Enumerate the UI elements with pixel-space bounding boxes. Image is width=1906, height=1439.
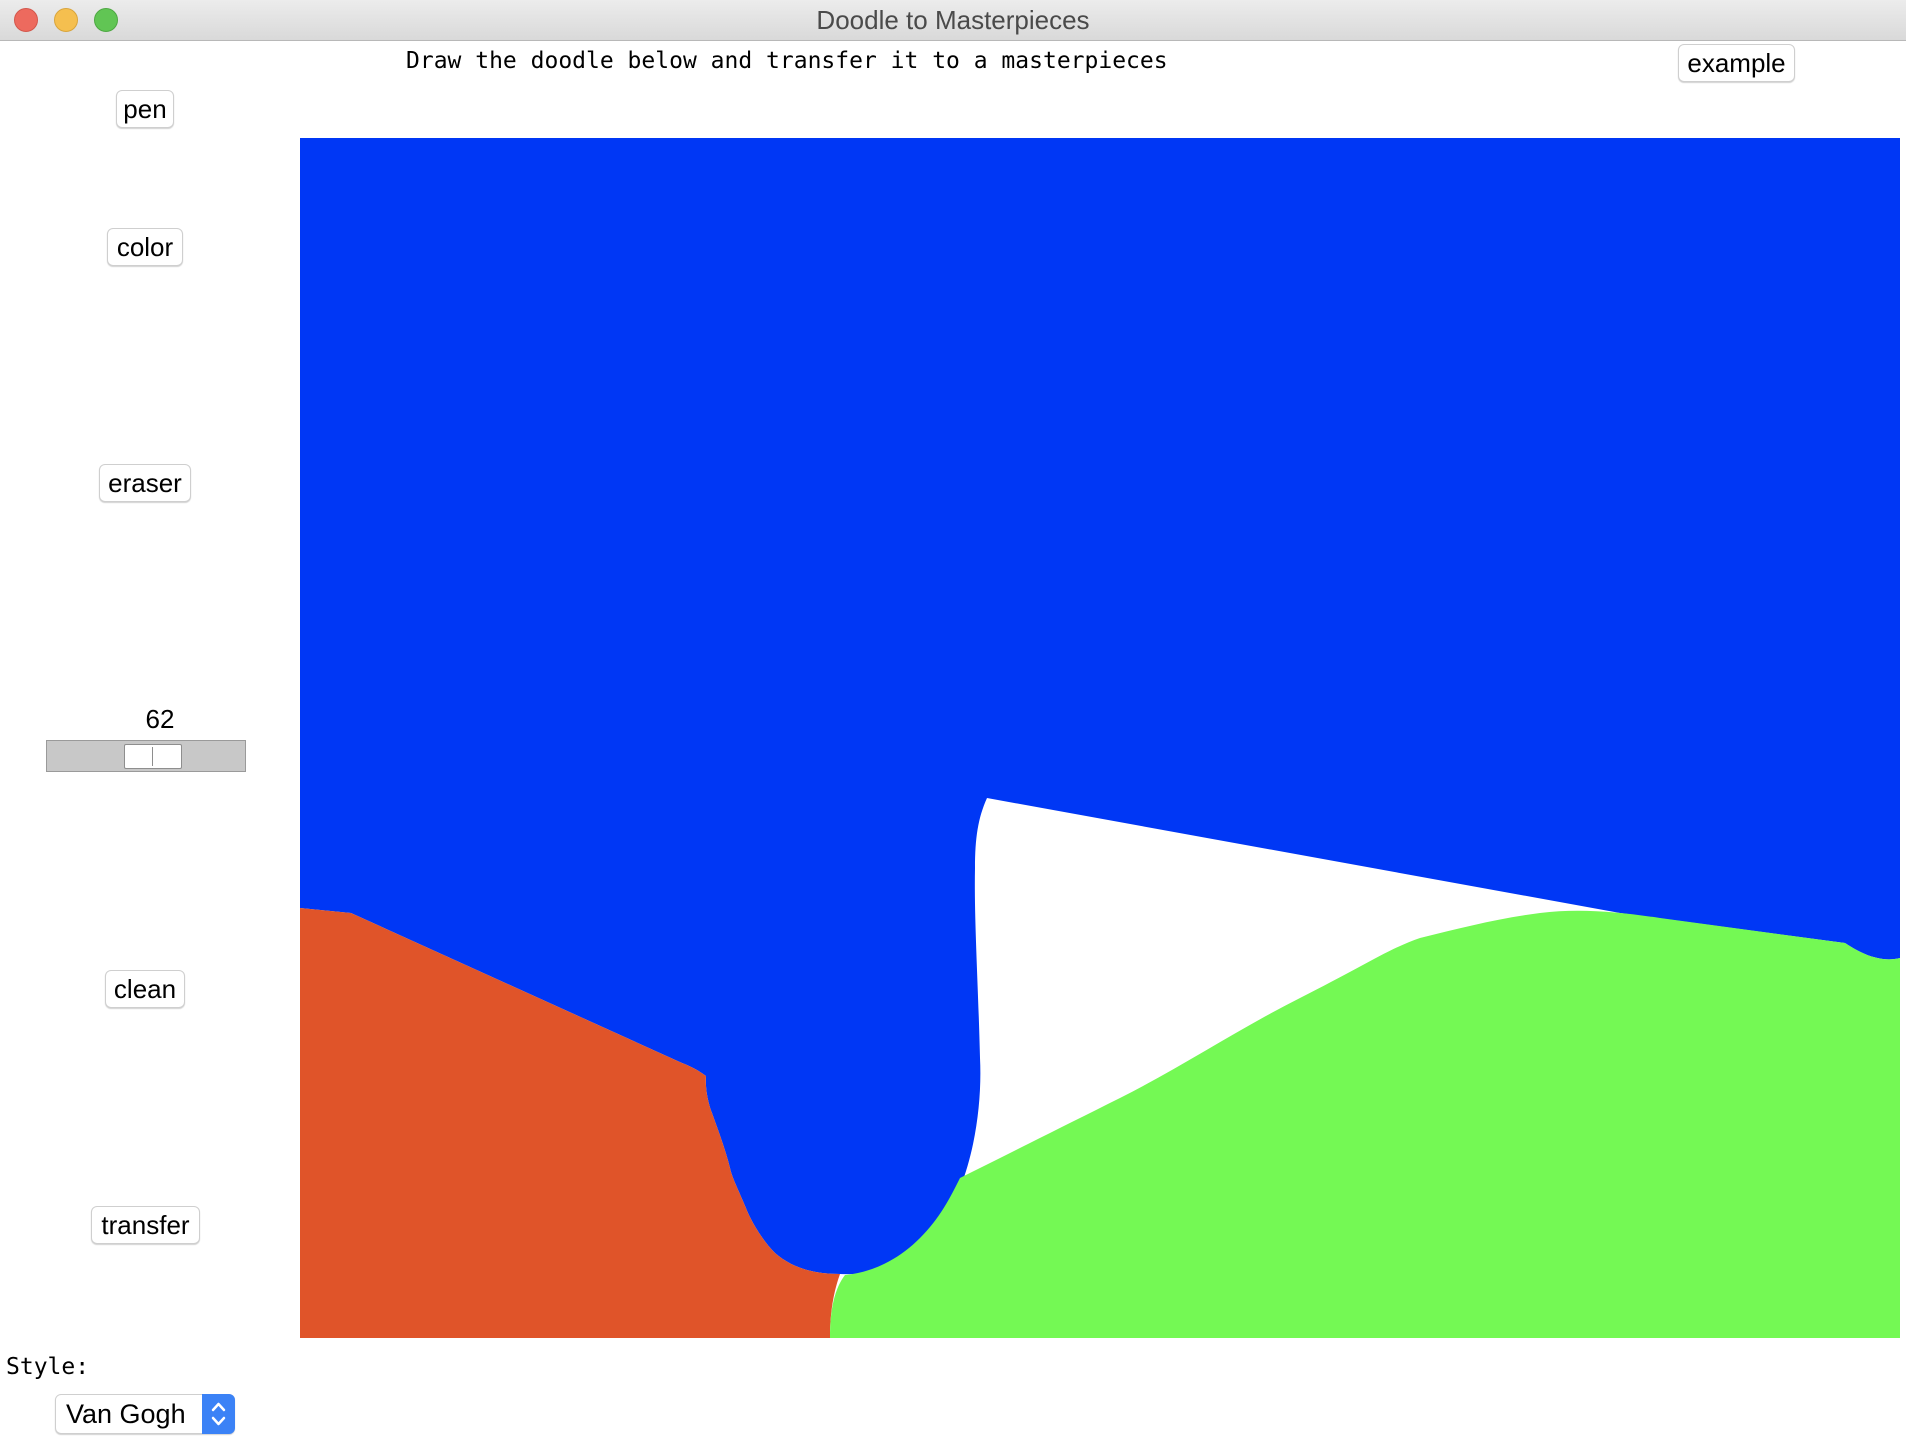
- instruction-text: Draw the doodle below and transfer it to…: [406, 48, 1168, 74]
- brush-size-value: 62: [145, 704, 175, 734]
- title-bar[interactable]: Doodle to Masterpieces: [0, 0, 1906, 41]
- window-title: Doodle to Masterpieces: [816, 5, 1090, 35]
- brush-size-slider[interactable]: [46, 740, 246, 772]
- transfer-button[interactable]: transfer: [91, 1206, 200, 1244]
- brush-size-slider-thumb[interactable]: [124, 744, 182, 769]
- clean-button[interactable]: clean: [105, 970, 185, 1008]
- style-label: Style:: [6, 1354, 90, 1380]
- doodle-canvas[interactable]: [300, 138, 1900, 1338]
- app-window: Doodle to Masterpieces Draw the doodle b…: [0, 0, 1906, 1436]
- select-arrows-icon: [202, 1394, 235, 1434]
- color-button[interactable]: color: [107, 228, 183, 266]
- eraser-button[interactable]: eraser: [99, 464, 191, 502]
- example-button[interactable]: example: [1678, 44, 1795, 82]
- style-select[interactable]: Van Gogh: [55, 1394, 235, 1434]
- pen-button[interactable]: pen: [116, 90, 174, 128]
- style-select-value: Van Gogh: [66, 1399, 186, 1429]
